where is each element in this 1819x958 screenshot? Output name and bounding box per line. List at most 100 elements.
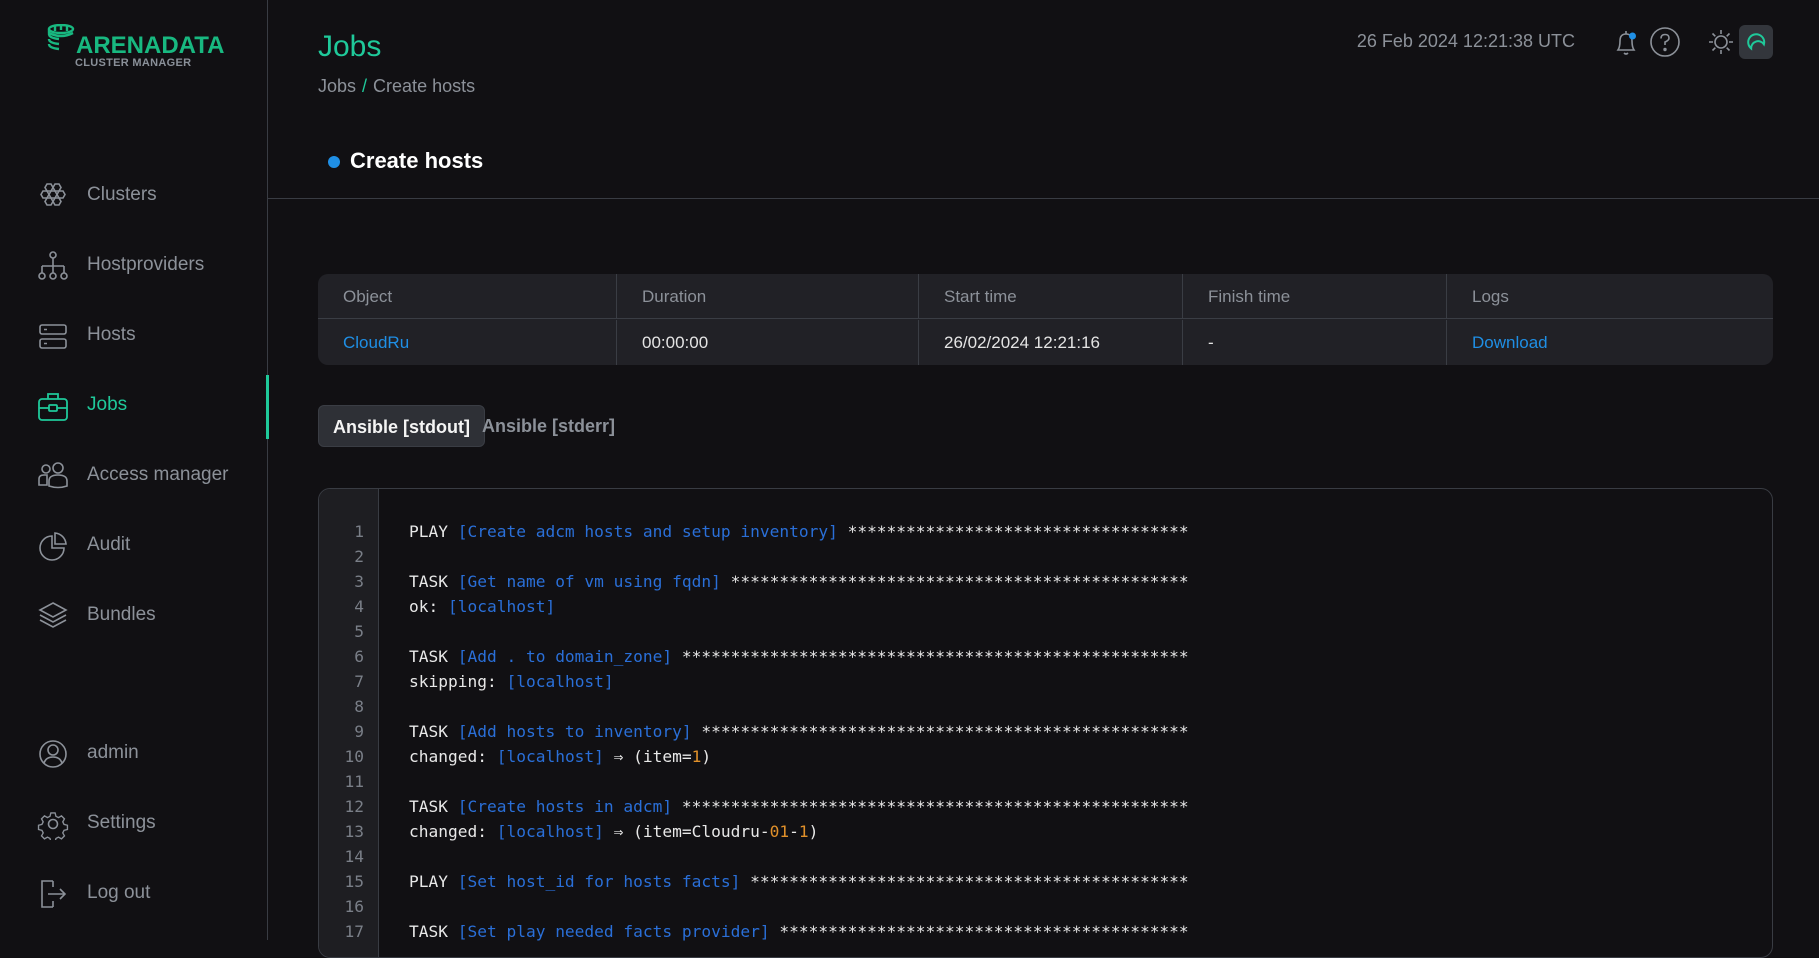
log-plain-text: - — [789, 822, 799, 841]
sidebar-item-logout[interactable]: Log out — [0, 863, 268, 923]
sidebar-item-admin[interactable]: admin — [0, 723, 268, 783]
line-number: 7 — [354, 672, 364, 691]
log-plain-text: ok: — [409, 597, 448, 616]
log-plain-text: ****************************************… — [769, 922, 1189, 941]
log-plain-text: *********************************** — [837, 522, 1189, 541]
logout-icon — [41, 880, 67, 908]
header-toolbar: 26 Feb 2024 12:21:38 UTC — [1219, 22, 1819, 62]
column-header-start-time: Start time — [918, 274, 1182, 319]
line-number: 14 — [344, 847, 365, 866]
column-header-finish-time: Finish time — [1182, 274, 1446, 319]
log-plain-text: ) — [701, 747, 712, 766]
log-line: 6 TASK [Add . to domain_zone] ***********… — [354, 644, 1772, 669]
log-plain-text: changed: — [409, 747, 497, 766]
log-number-text: 1 — [798, 822, 809, 841]
sidebar-item-label: Clusters — [87, 184, 157, 205]
layers-icon — [38, 602, 68, 628]
sidebar-item-settings[interactable]: Settings — [0, 793, 268, 853]
log-plain-text: TASK — [409, 647, 458, 666]
log-plain-text: ****************************************… — [720, 572, 1189, 591]
line-number: 10 — [344, 747, 365, 766]
log-bracket-text: [localhost] — [447, 597, 556, 616]
log-plain-text: ****************************************… — [672, 797, 1189, 816]
job-info-table: Object Duration Start time Finish time L… — [318, 274, 1773, 365]
help-icon[interactable] — [1649, 26, 1681, 58]
sun-icon[interactable] — [1705, 26, 1737, 58]
sidebar-item-label: Audit — [87, 534, 131, 555]
sidebar-item-audit[interactable]: Audit — [0, 515, 268, 575]
line-text: ok: [localhost] — [409, 594, 555, 619]
log-line: 4 ok: [localhost] — [354, 594, 1772, 619]
log-bracket-text: [Set host_id for hosts facts] — [457, 872, 741, 891]
sidebar-item-access-manager[interactable]: Access manager — [0, 445, 268, 505]
sidebar-item-bundles[interactable]: Bundles — [0, 585, 268, 645]
sidebar-item-hosts[interactable]: Hosts — [0, 305, 268, 365]
log-bracket-text: [Add . to domain_zone] — [457, 647, 673, 666]
log-bracket-text: [Get name of vm using fqdn] — [457, 572, 721, 591]
log-line: 1 PLAY [Create adcm hosts and setup inven… — [354, 519, 1772, 544]
sidebar-item-label: Hostproviders — [87, 254, 205, 275]
notification-dot — [1629, 32, 1636, 40]
log-line: 12 TASK [Create hosts in adcm] **********… — [345, 794, 1772, 819]
datetime: 26 Feb 2024 12:21:38 UTC — [1356, 31, 1575, 51]
log-line: 17 TASK [Set play needed facts provider] … — [345, 919, 1772, 944]
line-number: 13 — [344, 822, 365, 841]
log-bracket-text: [Set play needed facts provider] — [457, 922, 770, 941]
log-bracket-text: [Create hosts in adcm] — [457, 797, 673, 816]
start-time-value: 26/02/2024 12:21:16 — [918, 320, 1182, 365]
log-viewer[interactable]: 1 PLAY [Create adcm hosts and setup inven… — [318, 488, 1773, 958]
log-plain-text: skipping: — [409, 672, 507, 691]
line-number: 6 — [354, 647, 364, 666]
log-bracket-text: [localhost] — [496, 747, 604, 766]
log-plain-text: ****************************************… — [740, 872, 1189, 891]
clusters-icon — [40, 183, 66, 206]
log-line: 5 — [354, 619, 1772, 644]
log-plain-text: TASK — [409, 722, 458, 741]
line-text: TASK [Add hosts to inventory] **********… — [409, 719, 1189, 744]
arenadata-logo-icon — [47, 24, 75, 51]
hosts-icon — [39, 324, 67, 349]
line-number: 16 — [344, 897, 365, 916]
log-bracket-text: [localhost] — [506, 672, 614, 691]
log-plain-text: TASK — [409, 572, 458, 591]
log-content: 1 PLAY [Create adcm hosts and setup inven… — [345, 519, 1772, 944]
pie-chart-icon — [39, 532, 67, 561]
breadcrumb-current: Create hosts — [373, 76, 476, 96]
log-plain-text: TASK — [409, 922, 458, 941]
dark-theme-button[interactable] — [1739, 25, 1773, 59]
sidebar-item-hostproviders[interactable]: Hostproviders — [0, 235, 268, 295]
table-row: CloudRu 00:00:00 26/02/2024 12:21:16 - D… — [318, 320, 1773, 365]
bell-icon[interactable] — [1610, 26, 1642, 58]
log-plain-text: ) — [808, 822, 819, 841]
log-plain-text: ⇒ (item= — [603, 747, 692, 766]
breadcrumb-jobs-link[interactable]: Jobs — [318, 76, 356, 96]
log-line: 13 changed: [localhost] ⇒ (item=Cloudru-0… — [345, 819, 1772, 844]
breadcrumb-separator: / — [362, 76, 368, 96]
log-line: 16 — [345, 894, 1772, 919]
tab-ansible-stdout[interactable]: Ansible [stdout] — [318, 405, 485, 447]
log-bracket-text: [Add hosts to inventory] — [457, 722, 692, 741]
log-plain-text: changed: — [409, 822, 497, 841]
sidebar-item-label: admin — [87, 742, 139, 763]
briefcase-icon — [38, 393, 68, 421]
log-line: 11 — [345, 769, 1772, 794]
hostproviders-icon — [38, 251, 68, 280]
page-title: Jobs — [318, 30, 382, 63]
log-plain-text: PLAY — [409, 872, 458, 891]
sidebar-item-jobs[interactable]: Jobs — [0, 375, 269, 439]
log-plain-text: ****************************************… — [672, 647, 1189, 666]
log-bracket-text: [Create adcm hosts and setup inventory] — [457, 522, 838, 541]
log-line: 14 — [345, 844, 1772, 869]
logo[interactable]: ARENADATA CLUSTER MANAGER — [47, 24, 227, 72]
tab-ansible-stderr[interactable]: Ansible [stderr] — [468, 405, 629, 447]
sidebar-item-clusters[interactable]: Clusters — [0, 165, 268, 225]
users-icon — [38, 462, 68, 489]
table-header-row: Object Duration Start time Finish time L… — [318, 274, 1773, 319]
sidebar-item-label: Access manager — [87, 464, 229, 485]
sidebar-item-label: Settings — [87, 812, 156, 833]
gear-icon — [37, 812, 69, 840]
download-logs-link[interactable]: Download — [1446, 320, 1773, 365]
line-text: TASK [Set play needed facts provider] **… — [409, 919, 1189, 944]
sidebar: ARENADATA CLUSTER MANAGER Clusters Hostp… — [0, 0, 269, 940]
object-link[interactable]: CloudRu — [318, 320, 616, 365]
